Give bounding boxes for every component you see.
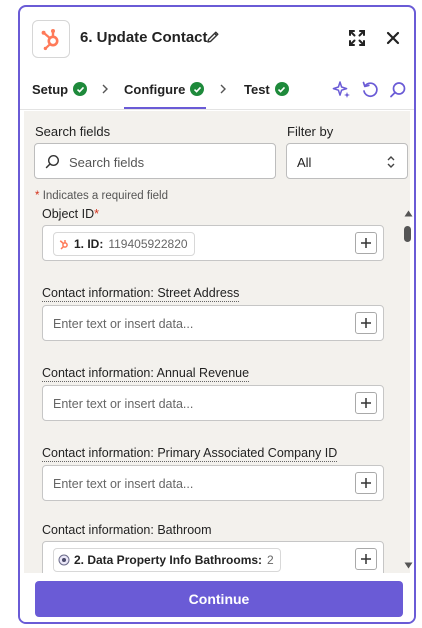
check-circle-icon: [190, 82, 205, 96]
panel-header: 6. Update Contact: [20, 7, 414, 71]
field-placeholder: Enter text or insert data...: [53, 317, 194, 331]
search-fields-input[interactable]: [67, 150, 271, 174]
plus-icon: [361, 478, 371, 488]
tab-configure[interactable]: Configure: [124, 71, 207, 109]
data-icon: [58, 554, 70, 566]
close-icon[interactable]: [383, 28, 403, 53]
sparkle-icon[interactable]: [332, 80, 352, 105]
filter-selected-value: All: [297, 155, 312, 170]
tab-test-label: Test: [244, 81, 270, 97]
field-input-street-address[interactable]: Enter text or insert data...: [42, 305, 384, 341]
pill-value: 119405922820: [108, 237, 188, 251]
tab-configure-label: Configure: [124, 81, 186, 97]
plus-icon: [361, 238, 371, 248]
field-placeholder: Enter text or insert data...: [53, 477, 194, 491]
plus-icon: [361, 318, 371, 328]
chevron-right-icon: [218, 82, 228, 100]
required-star: *: [94, 207, 99, 221]
search-icon: [45, 154, 60, 174]
hubspot-icon: [41, 29, 59, 51]
tab-test[interactable]: Test: [244, 71, 289, 107]
tab-setup[interactable]: Setup: [32, 71, 88, 107]
field-input-annual-revenue[interactable]: Enter text or insert data...: [42, 385, 384, 421]
step-editor-panel: 6. Update Contact Setup Configure Test S…: [18, 5, 416, 624]
fields-list: Object ID* 1. ID: 119405922820 Contact i…: [24, 207, 410, 573]
configure-content: Search fields Filter by All * Indicates …: [24, 111, 410, 573]
field-label-text: Object ID: [42, 207, 95, 221]
insert-data-button[interactable]: [355, 392, 377, 414]
field-input-bathroom[interactable]: 2. Data Property Info Bathrooms: 2: [42, 541, 384, 573]
hubspot-icon: [59, 240, 68, 250]
fields-scrollbar[interactable]: [402, 200, 414, 570]
field-placeholder: Enter text or insert data...: [53, 397, 194, 411]
field-label-bathroom: Contact information: Bathroom: [42, 523, 212, 537]
insert-data-button[interactable]: [355, 312, 377, 334]
data-pill[interactable]: 1. ID: 119405922820: [53, 232, 195, 256]
pill-label: 1. ID:: [74, 237, 104, 251]
scroll-up-arrow-icon[interactable]: [404, 204, 413, 222]
filter-by-select[interactable]: All: [286, 143, 408, 179]
continue-button[interactable]: Continue: [35, 581, 403, 617]
plus-icon: [361, 554, 371, 564]
scroll-down-arrow-icon[interactable]: [404, 556, 413, 574]
pencil-icon[interactable]: [206, 30, 220, 49]
scroll-thumb[interactable]: [404, 226, 411, 242]
field-label-object-id: Object ID*: [42, 207, 99, 221]
search-fields-box[interactable]: [34, 143, 276, 179]
step-tabs: Setup Configure Test: [20, 71, 414, 110]
refresh-icon[interactable]: [360, 80, 380, 105]
pill-value: 2: [267, 553, 274, 567]
plus-icon: [361, 398, 371, 408]
insert-data-button[interactable]: [355, 472, 377, 494]
insert-data-button[interactable]: [355, 232, 377, 254]
field-input-object-id[interactable]: 1. ID: 119405922820: [42, 225, 384, 261]
search-icon[interactable]: [388, 80, 408, 105]
app-logo: [32, 20, 70, 58]
field-input-primary-associated-company-id[interactable]: Enter text or insert data...: [42, 465, 384, 501]
panel-footer: Continue: [20, 573, 414, 622]
field-label-annual-revenue: Contact information: Annual Revenue: [42, 366, 250, 382]
required-note-text: Indicates a required field: [42, 190, 168, 202]
search-fields-label: Search fields: [35, 124, 111, 139]
step-title: 6. Update Contact: [80, 29, 208, 46]
pill-label: 2. Data Property Info Bathrooms:: [74, 553, 263, 567]
chevron-up-down-icon: [385, 154, 397, 175]
tab-setup-label: Setup: [32, 81, 69, 97]
field-label-primary-associated-company-id: Contact information: Primary Associated …: [42, 446, 338, 462]
filter-by-label: Filter by: [287, 124, 334, 139]
check-circle-icon: [73, 82, 88, 96]
data-pill[interactable]: 2. Data Property Info Bathrooms: 2: [53, 548, 281, 572]
required-star: *: [35, 190, 40, 202]
required-field-note: * Indicates a required field: [35, 190, 168, 202]
field-label-street-address: Contact information: Street Address: [42, 286, 240, 302]
insert-data-button[interactable]: [355, 548, 377, 570]
expand-icon[interactable]: [347, 28, 367, 53]
chevron-right-icon: [100, 82, 110, 100]
check-circle-icon: [274, 82, 289, 96]
